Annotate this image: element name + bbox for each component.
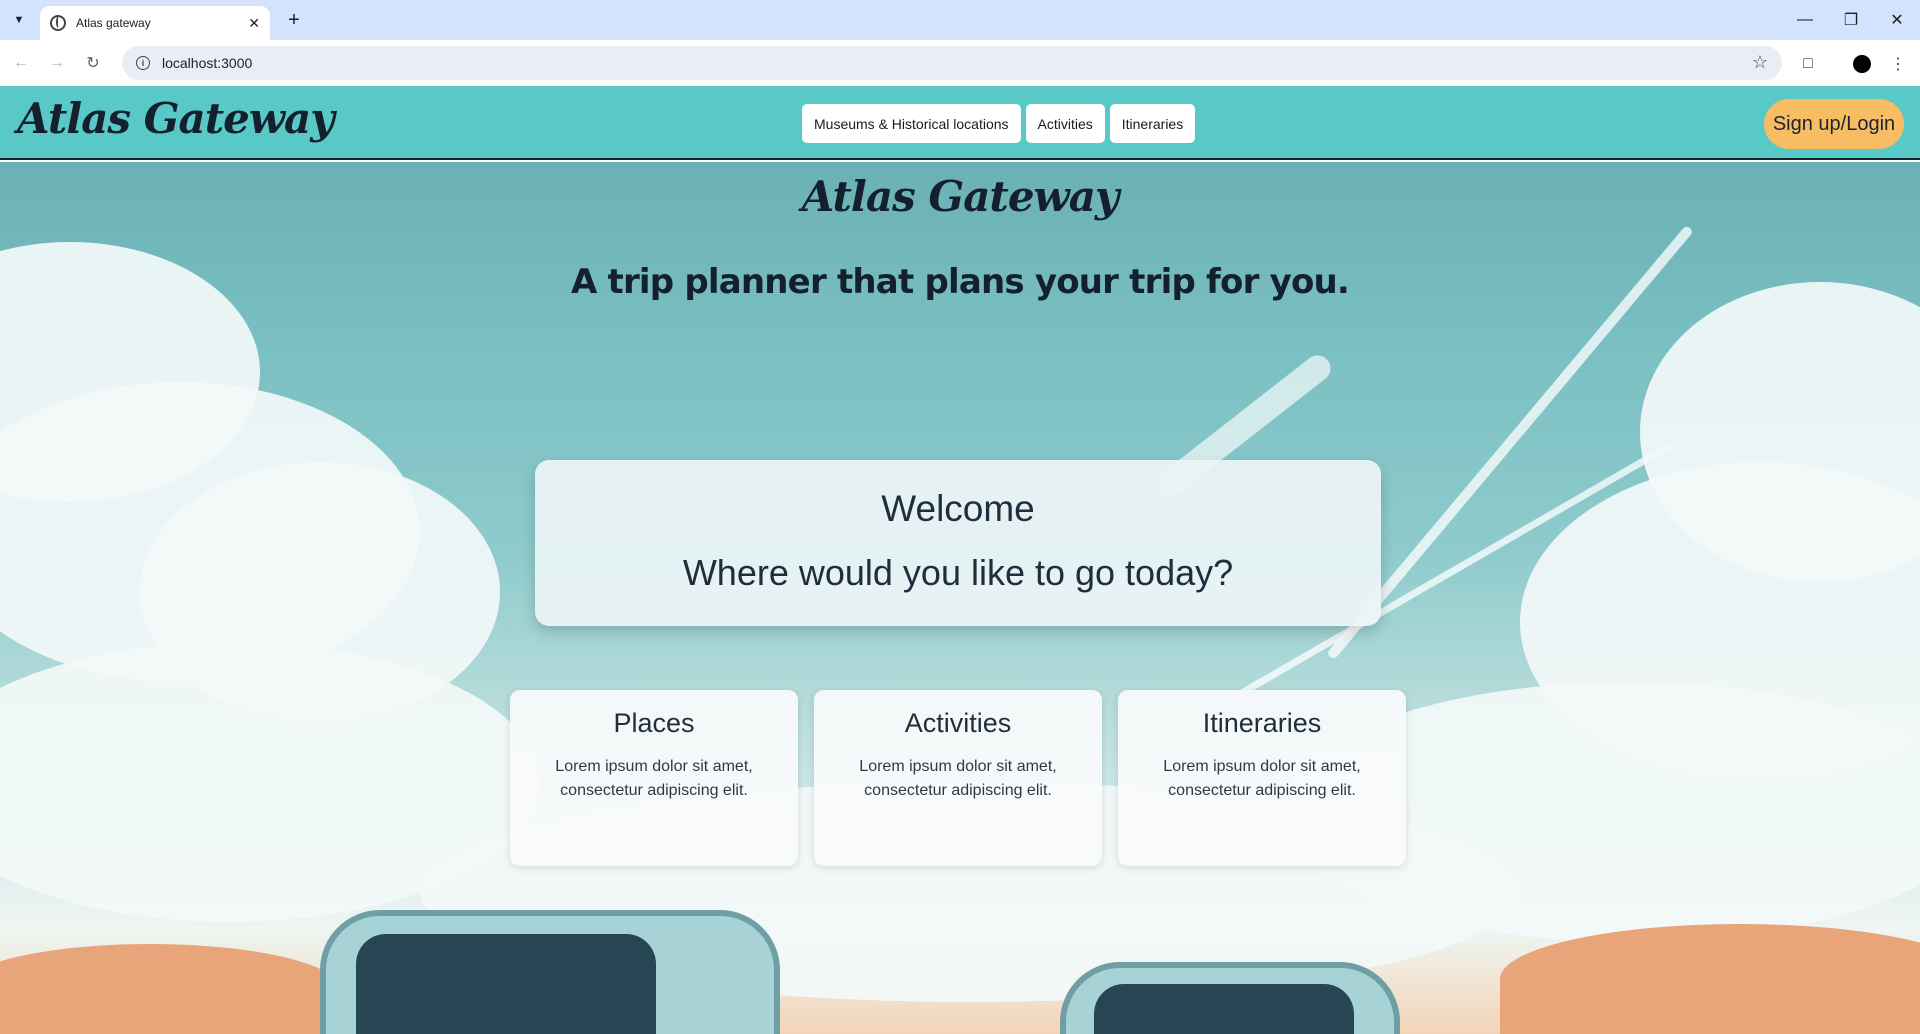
extensions-icon[interactable]: □ bbox=[1794, 50, 1822, 78]
nav-link-activities[interactable]: Activities bbox=[1025, 104, 1105, 143]
car-illustration bbox=[1060, 962, 1400, 1034]
welcome-card: Welcome Where would you like to go today… bbox=[535, 460, 1381, 626]
restore-icon[interactable]: ❐ bbox=[1828, 0, 1874, 40]
card-title: Activities bbox=[904, 708, 1012, 738]
nav-link-museums[interactable]: Museums & Historical locations bbox=[802, 104, 1021, 143]
globe-icon bbox=[50, 15, 66, 31]
close-icon[interactable]: ✕ bbox=[248, 15, 260, 32]
browser-tabstrip: ▼ Atlas gateway ✕ + — ❐ ✕ bbox=[0, 0, 1920, 40]
welcome-heading: Welcome bbox=[881, 488, 1035, 529]
tab-title: Atlas gateway bbox=[76, 16, 151, 30]
card-description: Lorem ipsum dolor sit amet, consectetur … bbox=[1163, 758, 1361, 799]
forward-icon[interactable]: → bbox=[42, 48, 72, 78]
card-title: Places bbox=[613, 708, 695, 738]
site-navbar: Atlas Gateway Museums & Historical locat… bbox=[0, 86, 1920, 160]
menu-icon[interactable]: ⋮ bbox=[1884, 50, 1912, 78]
tab-list-icon[interactable]: ▼ bbox=[6, 8, 32, 32]
close-window-icon[interactable]: ✕ bbox=[1874, 0, 1920, 40]
mountain bbox=[1500, 924, 1920, 1034]
url-text[interactable]: localhost:3000 bbox=[162, 55, 252, 71]
mountain bbox=[0, 944, 340, 1034]
hero-section: Atlas Gateway A trip planner that plans … bbox=[0, 162, 1920, 1034]
card-activities[interactable]: Activities Lorem ipsum dolor sit amet, c… bbox=[814, 690, 1102, 866]
nav-link-itineraries[interactable]: Itineraries bbox=[1109, 104, 1196, 143]
browser-toolbar: ← → ↻ i localhost:3000 ☆ □ ⋮ bbox=[0, 40, 1920, 86]
card-description: Lorem ipsum dolor sit amet, consectetur … bbox=[555, 758, 753, 799]
reload-icon[interactable]: ↻ bbox=[78, 48, 108, 78]
card-places[interactable]: Places Lorem ipsum dolor sit amet, conse… bbox=[510, 690, 798, 866]
hero-tagline: A trip planner that plans your trip for … bbox=[570, 262, 1350, 302]
nav-links: Museums & Historical locations Activitie… bbox=[802, 104, 1196, 143]
car-illustration bbox=[320, 910, 780, 1034]
plus-icon[interactable]: + bbox=[280, 7, 308, 33]
minimize-icon[interactable]: — bbox=[1782, 0, 1828, 40]
back-icon[interactable]: ← bbox=[6, 48, 36, 78]
welcome-question: Where would you like to go today? bbox=[682, 552, 1234, 593]
site-logo[interactable]: Atlas Gateway bbox=[17, 94, 335, 143]
feature-cards: Places Lorem ipsum dolor sit amet, conse… bbox=[510, 690, 1406, 866]
card-title: Itineraries bbox=[1202, 708, 1322, 738]
info-icon[interactable]: i bbox=[136, 56, 150, 70]
star-icon[interactable]: ☆ bbox=[1752, 52, 1768, 73]
card-itineraries[interactable]: Itineraries Lorem ipsum dolor sit amet, … bbox=[1118, 690, 1406, 866]
signup-login-button[interactable]: Sign up/Login bbox=[1764, 99, 1904, 149]
card-description: Lorem ipsum dolor sit amet, consectetur … bbox=[859, 758, 1057, 799]
address-bar[interactable]: i localhost:3000 ☆ bbox=[122, 46, 1782, 80]
hero-title: Atlas Gateway bbox=[801, 172, 1120, 221]
page-viewport: Atlas Gateway Museums & Historical locat… bbox=[0, 86, 1920, 1034]
browser-tab[interactable]: Atlas gateway ✕ bbox=[40, 6, 270, 40]
profile-icon[interactable] bbox=[1848, 50, 1876, 78]
